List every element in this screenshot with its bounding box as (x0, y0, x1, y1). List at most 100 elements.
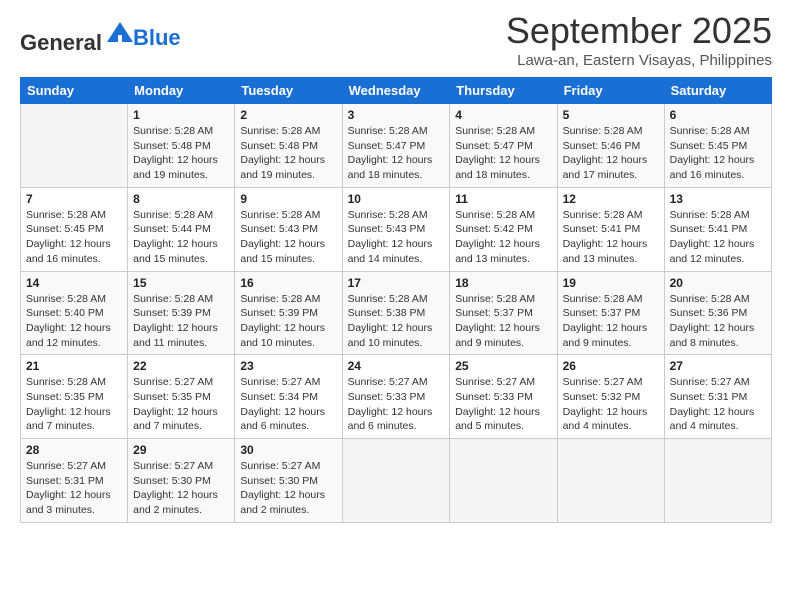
calendar-cell: 29 Sunrise: 5:27 AMSunset: 5:30 PMDayligh… (128, 439, 235, 523)
calendar-cell: 19 Sunrise: 5:28 AMSunset: 5:37 PMDayligh… (557, 271, 664, 355)
day-info: Sunrise: 5:28 AMSunset: 5:37 PMDaylight:… (563, 292, 659, 351)
day-info: Sunrise: 5:28 AMSunset: 5:35 PMDaylight:… (26, 375, 122, 434)
day-info: Sunrise: 5:28 AMSunset: 5:39 PMDaylight:… (240, 292, 336, 351)
logo-text: General (20, 20, 135, 55)
calendar-cell (664, 439, 771, 523)
day-number: 10 (348, 192, 445, 206)
calendar-cell: 26Sunrise: 5:27 AMSunset: 5:32 PMDayligh… (557, 355, 664, 439)
calendar-cell: 24 Sunrise: 5:27 AMSunset: 5:33 PMDayligh… (342, 355, 450, 439)
day-number: 5 (563, 108, 659, 122)
day-info: Sunrise: 5:28 AMSunset: 5:47 PMDaylight:… (348, 124, 445, 183)
day-number: 13 (670, 192, 766, 206)
week-row-1: 1 Sunrise: 5:28 AMSunset: 5:48 PMDaylight… (21, 104, 772, 188)
day-number: 8 (133, 192, 229, 206)
weekday-header-tuesday: Tuesday (235, 78, 342, 104)
month-title: September 2025 (506, 10, 772, 52)
weekday-header-sunday: Sunday (21, 78, 128, 104)
day-number: 3 (348, 108, 445, 122)
calendar-cell: 28Sunrise: 5:27 AMSunset: 5:31 PMDayligh… (21, 439, 128, 523)
day-info: Sunrise: 5:28 AMSunset: 5:41 PMDaylight:… (563, 208, 659, 267)
day-number: 2 (240, 108, 336, 122)
day-number: 23 (240, 359, 336, 373)
weekday-header-monday: Monday (128, 78, 235, 104)
calendar-cell: 17 Sunrise: 5:28 AMSunset: 5:38 PMDayligh… (342, 271, 450, 355)
calendar-cell: 16 Sunrise: 5:28 AMSunset: 5:39 PMDayligh… (235, 271, 342, 355)
weekday-header-row: SundayMondayTuesdayWednesdayThursdayFrid… (21, 78, 772, 104)
day-info: Sunrise: 5:28 AMSunset: 5:47 PMDaylight:… (455, 124, 551, 183)
day-number: 15 (133, 276, 229, 290)
calendar-cell: 2Sunrise: 5:28 AMSunset: 5:48 PMDaylight… (235, 104, 342, 188)
day-info: Sunrise: 5:27 AMSunset: 5:30 PMDaylight:… (133, 459, 229, 518)
day-number: 6 (670, 108, 766, 122)
calendar-cell: 3 Sunrise: 5:28 AMSunset: 5:47 PMDaylight… (342, 104, 450, 188)
calendar-cell: 27 Sunrise: 5:27 AMSunset: 5:31 PMDayligh… (664, 355, 771, 439)
calendar-cell: 5 Sunrise: 5:28 AMSunset: 5:46 PMDaylight… (557, 104, 664, 188)
day-info: Sunrise: 5:28 AMSunset: 5:46 PMDaylight:… (563, 124, 659, 183)
calendar-cell: 12 Sunrise: 5:28 AMSunset: 5:41 PMDayligh… (557, 187, 664, 271)
calendar-cell: 15Sunrise: 5:28 AMSunset: 5:39 PMDayligh… (128, 271, 235, 355)
day-info: Sunrise: 5:27 AMSunset: 5:33 PMDaylight:… (348, 375, 445, 434)
calendar-cell: 6Sunrise: 5:28 AMSunset: 5:45 PMDaylight… (664, 104, 771, 188)
day-number: 29 (133, 443, 229, 457)
day-info: Sunrise: 5:28 AMSunset: 5:38 PMDaylight:… (348, 292, 445, 351)
day-number: 17 (348, 276, 445, 290)
calendar-cell: 10 Sunrise: 5:28 AMSunset: 5:43 PMDayligh… (342, 187, 450, 271)
weekday-header-thursday: Thursday (450, 78, 557, 104)
day-number: 24 (348, 359, 445, 373)
day-info: Sunrise: 5:28 AMSunset: 5:36 PMDaylight:… (670, 292, 766, 351)
day-number: 19 (563, 276, 659, 290)
calendar-cell: 4Sunrise: 5:28 AMSunset: 5:47 PMDaylight… (450, 104, 557, 188)
week-row-5: 28Sunrise: 5:27 AMSunset: 5:31 PMDayligh… (21, 439, 772, 523)
calendar-cell: 7 Sunrise: 5:28 AMSunset: 5:45 PMDaylight… (21, 187, 128, 271)
day-info: Sunrise: 5:28 AMSunset: 5:41 PMDaylight:… (670, 208, 766, 267)
day-number: 7 (26, 192, 122, 206)
day-number: 21 (26, 359, 122, 373)
calendar-cell: 25 Sunrise: 5:27 AMSunset: 5:33 PMDayligh… (450, 355, 557, 439)
calendar-cell (342, 439, 450, 523)
day-info: Sunrise: 5:27 AMSunset: 5:33 PMDaylight:… (455, 375, 551, 434)
day-number: 9 (240, 192, 336, 206)
day-number: 27 (670, 359, 766, 373)
calendar-cell: 13 Sunrise: 5:28 AMSunset: 5:41 PMDayligh… (664, 187, 771, 271)
logo-blue: Blue (133, 26, 181, 50)
day-info: Sunrise: 5:28 AMSunset: 5:43 PMDaylight:… (348, 208, 445, 267)
day-info: Sunrise: 5:28 AMSunset: 5:44 PMDaylight:… (133, 208, 229, 267)
day-number: 14 (26, 276, 122, 290)
day-info: Sunrise: 5:28 AMSunset: 5:45 PMDaylight:… (26, 208, 122, 267)
logo: General Blue (20, 20, 181, 55)
weekday-header-wednesday: Wednesday (342, 78, 450, 104)
day-info: Sunrise: 5:27 AMSunset: 5:31 PMDaylight:… (670, 375, 766, 434)
day-number: 25 (455, 359, 551, 373)
calendar-cell: 11 Sunrise: 5:28 AMSunset: 5:42 PMDayligh… (450, 187, 557, 271)
day-number: 16 (240, 276, 336, 290)
week-row-2: 7 Sunrise: 5:28 AMSunset: 5:45 PMDaylight… (21, 187, 772, 271)
calendar-cell (21, 104, 128, 188)
day-info: Sunrise: 5:28 AMSunset: 5:48 PMDaylight:… (133, 124, 229, 183)
day-info: Sunrise: 5:27 AMSunset: 5:34 PMDaylight:… (240, 375, 336, 434)
calendar-cell (450, 439, 557, 523)
day-number: 28 (26, 443, 122, 457)
calendar-cell: 23 Sunrise: 5:27 AMSunset: 5:34 PMDayligh… (235, 355, 342, 439)
day-info: Sunrise: 5:27 AMSunset: 5:35 PMDaylight:… (133, 375, 229, 434)
title-area: September 2025 Lawa-an, Eastern Visayas,… (506, 10, 772, 69)
day-number: 11 (455, 192, 551, 206)
day-number: 1 (133, 108, 229, 122)
day-number: 12 (563, 192, 659, 206)
week-row-3: 14 Sunrise: 5:28 AMSunset: 5:40 PMDayligh… (21, 271, 772, 355)
day-info: Sunrise: 5:28 AMSunset: 5:40 PMDaylight:… (26, 292, 122, 351)
calendar-cell: 14 Sunrise: 5:28 AMSunset: 5:40 PMDayligh… (21, 271, 128, 355)
calendar-cell: 30 Sunrise: 5:27 AMSunset: 5:30 PMDayligh… (235, 439, 342, 523)
day-number: 30 (240, 443, 336, 457)
calendar-cell: 1 Sunrise: 5:28 AMSunset: 5:48 PMDaylight… (128, 104, 235, 188)
calendar-table: SundayMondayTuesdayWednesdayThursdayFrid… (20, 77, 772, 523)
header: General Blue September 2025 Lawa-an, Eas… (20, 10, 772, 69)
logo-general: General (20, 30, 102, 55)
day-number: 20 (670, 276, 766, 290)
calendar-cell: 22 Sunrise: 5:27 AMSunset: 5:35 PMDayligh… (128, 355, 235, 439)
day-info: Sunrise: 5:27 AMSunset: 5:30 PMDaylight:… (240, 459, 336, 518)
calendar-cell: 9Sunrise: 5:28 AMSunset: 5:43 PMDaylight… (235, 187, 342, 271)
calendar-cell (557, 439, 664, 523)
day-number: 22 (133, 359, 229, 373)
day-info: Sunrise: 5:28 AMSunset: 5:37 PMDaylight:… (455, 292, 551, 351)
day-info: Sunrise: 5:28 AMSunset: 5:42 PMDaylight:… (455, 208, 551, 267)
